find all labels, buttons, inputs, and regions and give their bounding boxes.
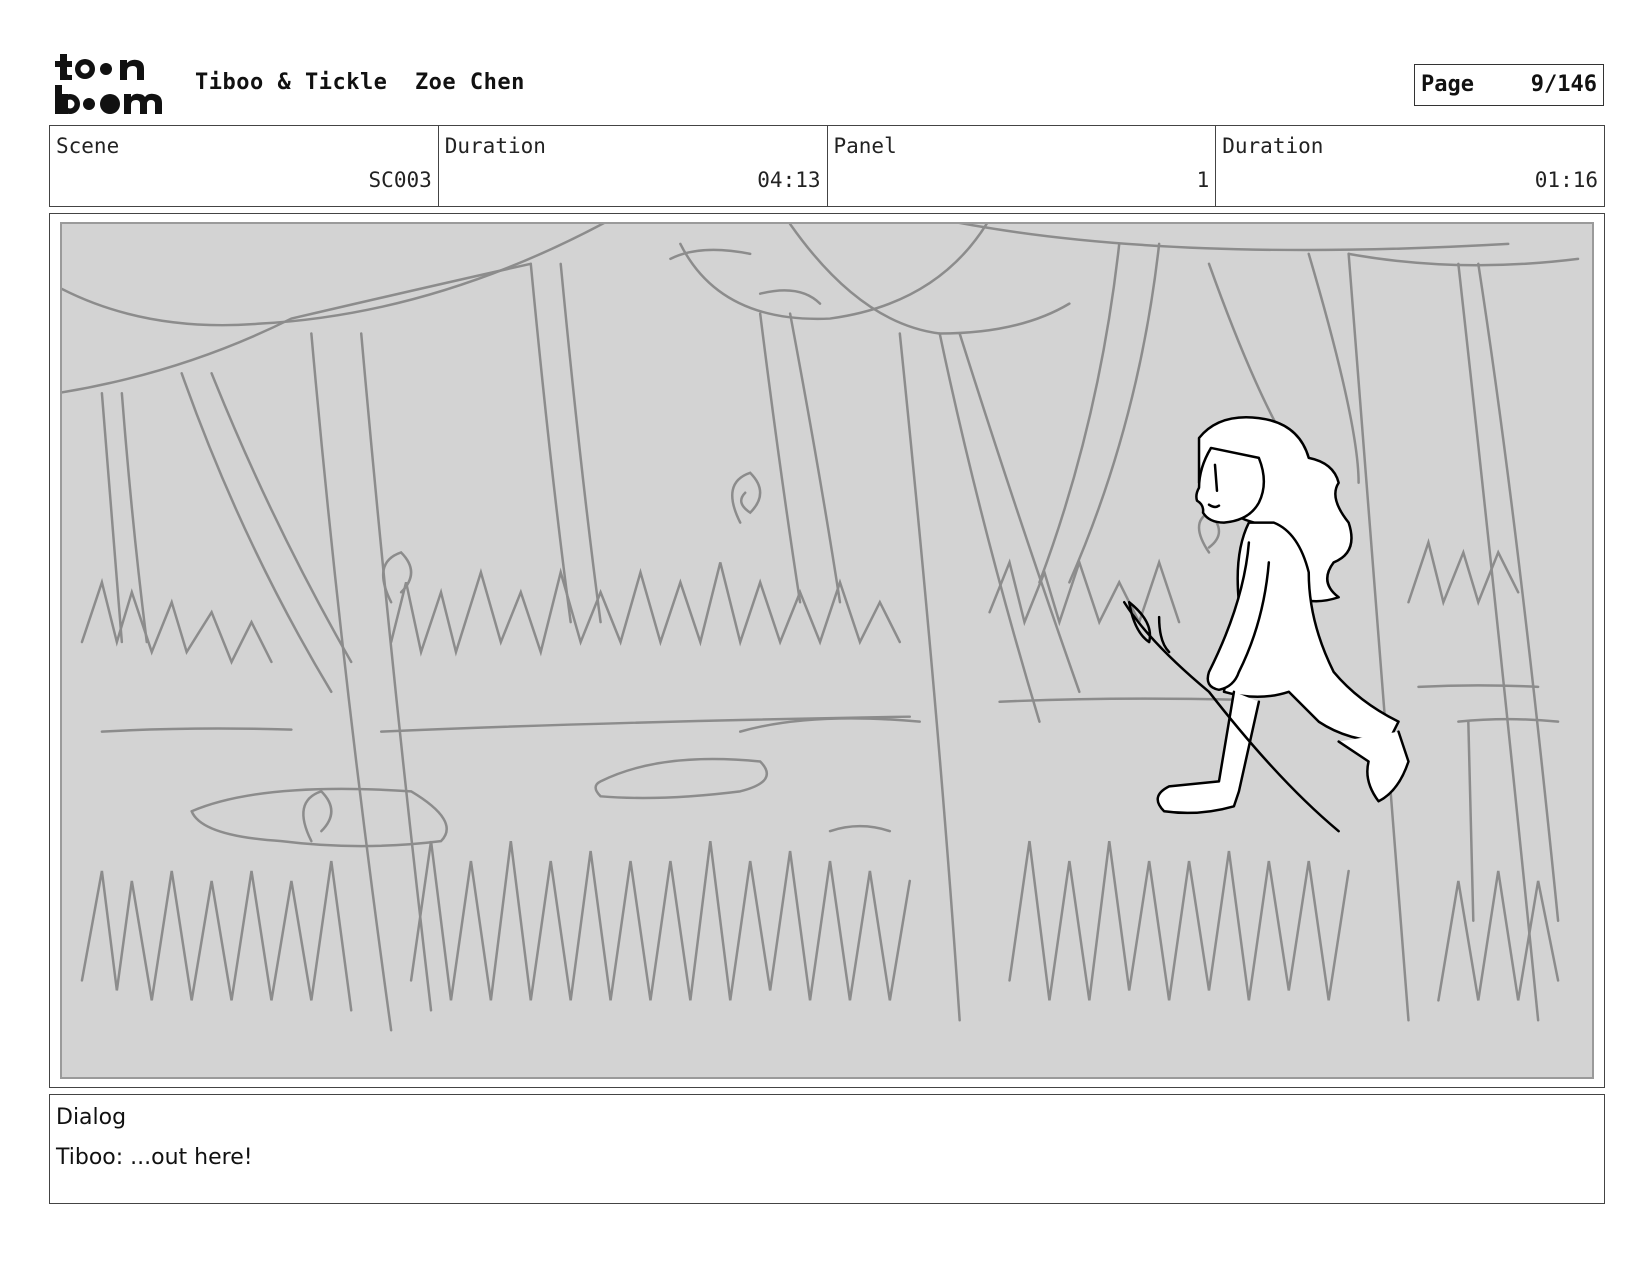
author-name: Zoe Chen (414, 70, 525, 95)
storyboard-panel-image (60, 222, 1594, 1079)
scene-label: Scene (56, 134, 120, 158)
scene-info-table: Scene SC003 Duration 04:13 Panel 1 Durat… (49, 125, 1605, 207)
scene-duration-cell: Duration 04:13 (439, 126, 828, 206)
panel-cell: Panel 1 (828, 126, 1217, 206)
page-number: 9/146 (1530, 72, 1597, 97)
scene-duration-label: Duration (444, 134, 546, 158)
background-sketch-lines (62, 224, 1580, 1032)
forest-sketch (62, 224, 1580, 1032)
panel-duration-label: Duration (1222, 134, 1324, 158)
dialog-text: Tiboo: ...out here! (56, 1145, 253, 1170)
toon-boom-logo (54, 52, 170, 116)
dialog-label: Dialog (56, 1105, 127, 1130)
panel-label: Panel (833, 134, 897, 158)
project-header: Tiboo & Tickle Zoe Chen (195, 70, 525, 95)
panel-value: 1 (1196, 168, 1210, 192)
storyboard-panel-frame (49, 213, 1605, 1088)
scene-value: SC003 (368, 168, 432, 192)
panel-duration-value: 01:16 (1534, 168, 1598, 192)
dialog-box: Dialog Tiboo: ...out here! (49, 1094, 1605, 1204)
panel-duration-cell: Duration 01:16 (1216, 126, 1604, 206)
scene-cell: Scene SC003 (50, 126, 439, 206)
scene-duration-value: 04:13 (757, 168, 821, 192)
page-indicator: Page 9/146 (1414, 64, 1604, 106)
page-label: Page (1421, 72, 1474, 97)
project-title: Tiboo & Tickle (195, 70, 388, 95)
